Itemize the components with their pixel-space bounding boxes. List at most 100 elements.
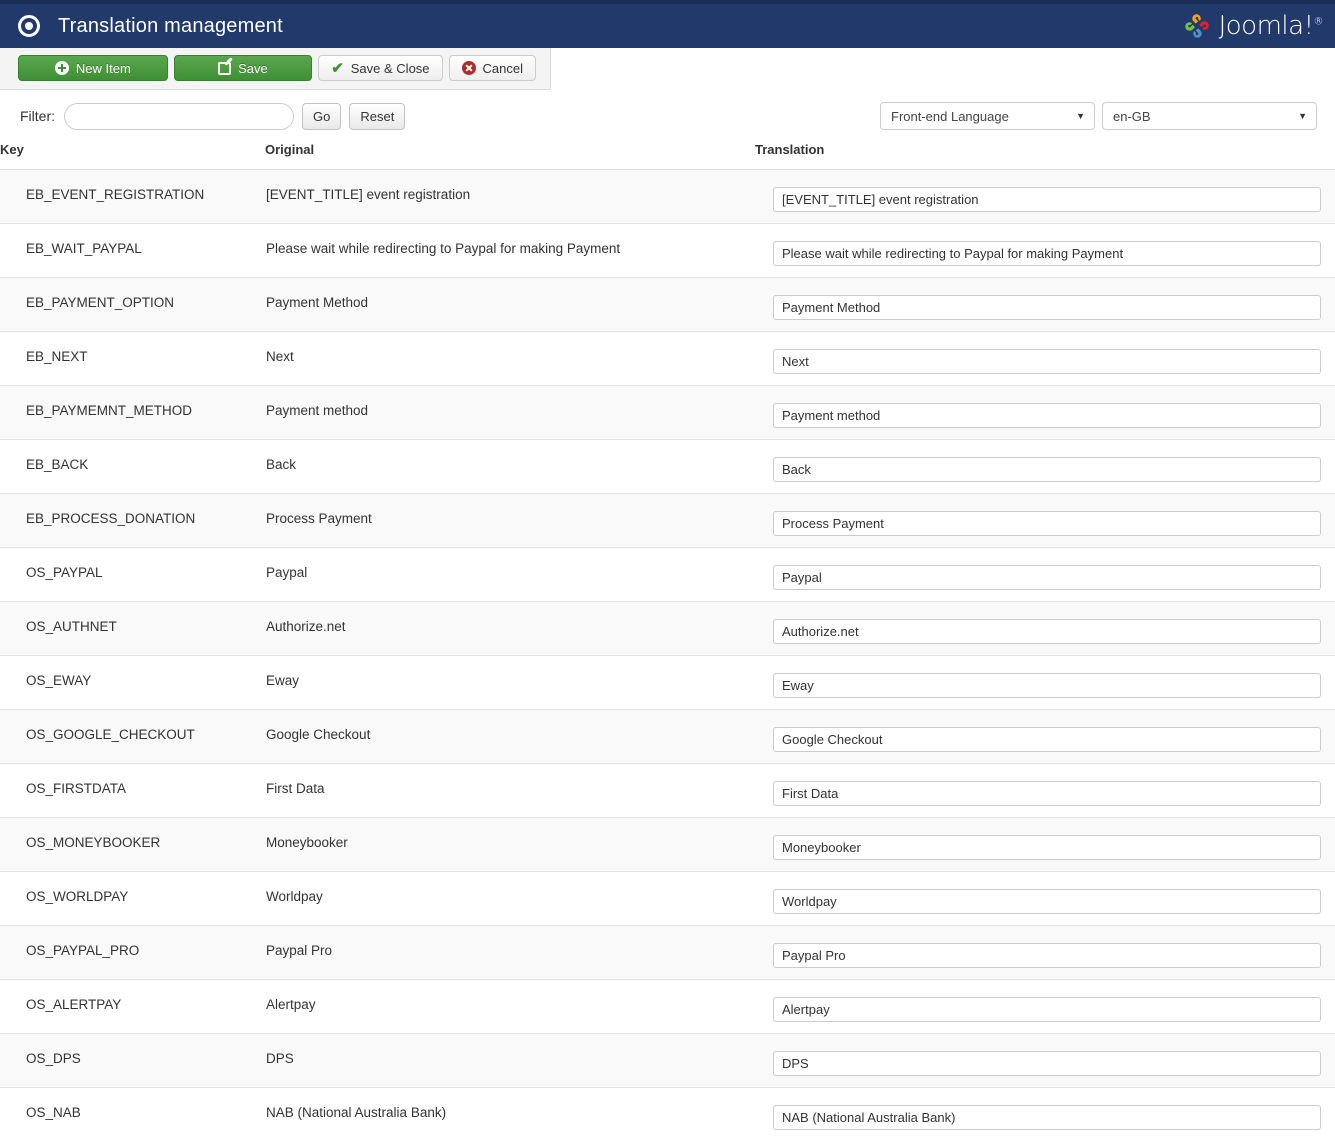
cell-original: Eway [266, 673, 300, 688]
cell-key: EB_BACK [26, 457, 89, 472]
chevron-down-icon: ▼ [1076, 111, 1085, 121]
cell-original: Paypal Pro [266, 943, 333, 958]
cell-key: OS_WORLDPAY [26, 889, 129, 904]
table-header-row: Key Original Translation [0, 142, 1335, 170]
app-header: Translation management Joomla!® [0, 4, 1335, 48]
joomla-logo: Joomla!® [1182, 11, 1323, 41]
plus-circle-icon [54, 61, 69, 75]
translation-input[interactable] [773, 781, 1321, 806]
table-row: OS_GOOGLE_CHECKOUT Google Checkout [0, 709, 1335, 764]
translation-input[interactable] [773, 943, 1321, 968]
filter-go-button[interactable]: Go [302, 102, 342, 130]
cell-original: Alertpay [266, 997, 316, 1012]
cell-translation [755, 872, 1335, 926]
translation-input[interactable] [773, 349, 1321, 374]
table-row: OS_WORLDPAY Worldpay [0, 871, 1335, 926]
table-row: EB_BACK Back [0, 439, 1335, 494]
cell-key: OS_DPS [26, 1051, 81, 1066]
table-row: OS_DPS DPS [0, 1033, 1335, 1088]
cell-original: Payment Method [266, 295, 369, 310]
cell-translation [755, 926, 1335, 980]
translation-input[interactable] [773, 619, 1321, 644]
chevron-down-icon: ▼ [1298, 111, 1307, 121]
cell-translation [755, 602, 1335, 656]
save-close-button[interactable]: ✔ Save & Close [318, 55, 443, 81]
cell-original: NAB (National Australia Bank) [266, 1105, 447, 1120]
cell-key: EB_PAYMEMNT_METHOD [26, 403, 193, 418]
language-code-value: en-GB [1113, 108, 1151, 124]
table-row: EB_PROCESS_DONATION Process Payment [0, 493, 1335, 548]
table-row: OS_ALERTPAY Alertpay [0, 979, 1335, 1034]
language-scope-value: Front-end Language [891, 108, 1009, 124]
filter-input[interactable] [64, 102, 294, 130]
translation-input[interactable] [773, 565, 1321, 590]
cell-translation [755, 278, 1335, 332]
cell-original: Worldpay [266, 889, 323, 904]
table-row: OS_PAYPAL Paypal [0, 547, 1335, 602]
cell-translation [755, 980, 1335, 1034]
translations-table: Key Original Translation EB_EVENT_REGIST… [0, 142, 1335, 1142]
toolbar: New Item Save ✔ Save & Close Cancel [0, 48, 551, 90]
cell-original: Please wait while redirecting to Paypal … [266, 241, 621, 256]
cell-translation [755, 1088, 1335, 1142]
new-item-button[interactable]: New Item [18, 55, 168, 81]
cell-original: Process Payment [266, 511, 372, 526]
language-code-select[interactable]: en-GB ▼ [1102, 102, 1317, 130]
table-row: EB_EVENT_REGISTRATION [EVENT_TITLE] event… [0, 169, 1335, 224]
translation-input[interactable] [773, 835, 1321, 860]
cell-translation [755, 332, 1335, 386]
translation-input[interactable] [773, 997, 1321, 1022]
filter-reset-button[interactable]: Reset [349, 102, 406, 130]
table-row: OS_MONEYBOOKER Moneybooker [0, 817, 1335, 872]
column-header-translation: Translation [755, 142, 1335, 170]
cell-original: Authorize.net [266, 619, 346, 634]
translation-input[interactable] [773, 673, 1321, 698]
table-row: EB_PAYMEMNT_METHOD Payment method [0, 385, 1335, 440]
cell-key: OS_FIRSTDATA [26, 781, 127, 796]
filter-bar: Filter: Go Reset Front-end Language ▼ en… [0, 90, 1335, 142]
column-header-original: Original [265, 142, 755, 170]
cell-translation [755, 170, 1335, 224]
cell-translation [755, 710, 1335, 764]
translation-input[interactable] [773, 889, 1321, 914]
cell-translation [755, 818, 1335, 872]
translation-input[interactable] [773, 1051, 1321, 1076]
table-row: OS_PAYPAL_PRO Paypal Pro [0, 925, 1335, 980]
cell-original: First Data [266, 781, 325, 796]
cancel-label: Cancel [482, 60, 523, 76]
save-button[interactable]: Save [173, 55, 313, 81]
translation-input[interactable] [773, 1105, 1321, 1130]
cell-original: [EVENT_TITLE] event registration [266, 187, 471, 202]
translation-input[interactable] [773, 511, 1321, 536]
cell-key: EB_PROCESS_DONATION [26, 511, 196, 526]
translation-input[interactable] [773, 241, 1321, 266]
close-circle-icon [461, 61, 476, 75]
save-close-label: Save & Close [350, 60, 430, 76]
language-scope-select[interactable]: Front-end Language ▼ [880, 102, 1095, 130]
translation-input[interactable] [773, 457, 1321, 482]
cell-translation [755, 656, 1335, 710]
cell-key: OS_GOOGLE_CHECKOUT [26, 727, 195, 742]
bullseye-icon [18, 15, 40, 37]
cell-translation [755, 764, 1335, 818]
cell-key: OS_PAYPAL [26, 565, 103, 580]
translation-input[interactable] [773, 727, 1321, 752]
cell-original: DPS [266, 1051, 294, 1066]
translation-input[interactable] [773, 295, 1321, 320]
cancel-button[interactable]: Cancel [448, 55, 536, 81]
cell-original: Payment method [266, 403, 369, 418]
cell-key: EB_WAIT_PAYPAL [26, 241, 142, 256]
cell-translation [755, 440, 1335, 494]
cell-key: OS_MONEYBOOKER [26, 835, 161, 850]
translation-input[interactable] [773, 187, 1321, 212]
table-row: OS_FIRSTDATA First Data [0, 763, 1335, 818]
cell-original: Paypal [266, 565, 308, 580]
cell-key: OS_EWAY [26, 673, 92, 688]
new-item-label: New Item [75, 60, 131, 76]
translations-table-body: EB_EVENT_REGISTRATION [EVENT_TITLE] event… [0, 169, 1335, 1142]
cell-key: EB_NEXT [26, 349, 88, 364]
filter-label: Filter: [20, 108, 55, 124]
joomla-mark-icon [1182, 11, 1212, 41]
cell-translation [755, 548, 1335, 602]
translation-input[interactable] [773, 403, 1321, 428]
